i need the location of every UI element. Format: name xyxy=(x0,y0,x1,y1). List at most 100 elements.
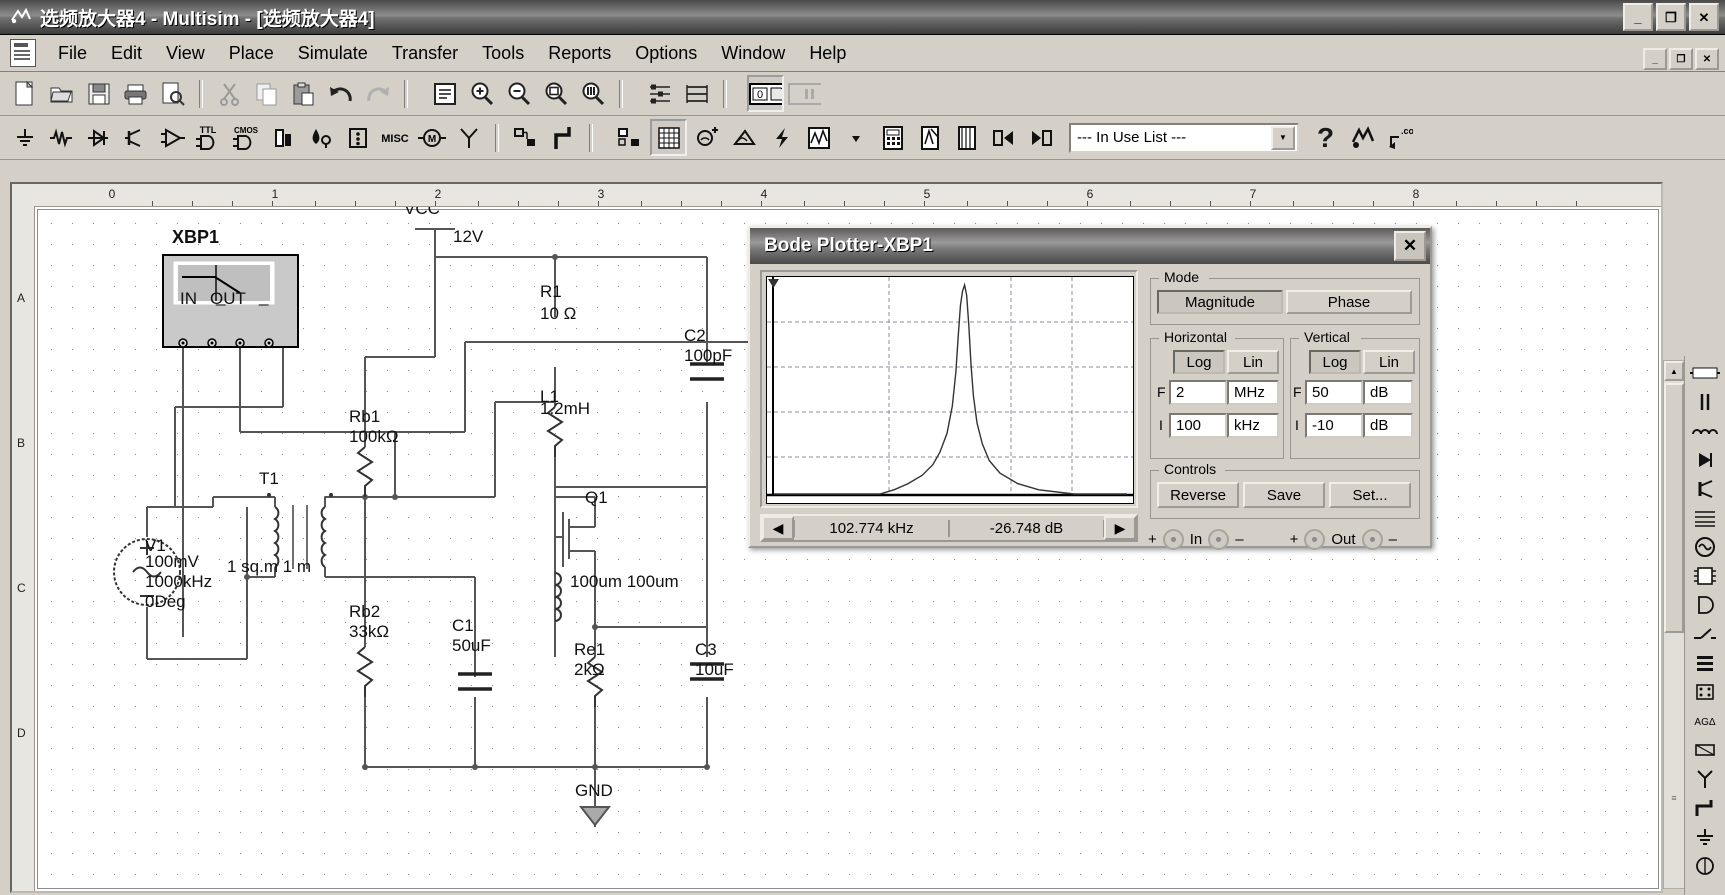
logic-analyzer-icon[interactable] xyxy=(913,121,946,154)
palette-item-grid1[interactable] xyxy=(1687,504,1723,532)
run-simulation-switch-icon[interactable]: 0 xyxy=(747,75,784,112)
vertical-i-unit[interactable]: dB xyxy=(1363,413,1413,438)
menu-file[interactable]: File xyxy=(46,39,99,68)
undo-arrow-icon[interactable] xyxy=(324,77,357,110)
function-generator-icon[interactable] xyxy=(728,121,761,154)
controls-save-button[interactable]: Save xyxy=(1243,482,1325,508)
distortion-analyzer-icon[interactable] xyxy=(987,121,1020,154)
palette-item-transistor[interactable] xyxy=(1687,475,1723,503)
horizontal-i-unit[interactable]: kHz xyxy=(1227,413,1279,438)
palette-item-ground[interactable] xyxy=(1687,823,1723,851)
vertical-f-unit[interactable]: dB xyxy=(1363,380,1413,405)
menu-help[interactable]: Help xyxy=(797,39,858,68)
spectrum-analyzer-icon[interactable] xyxy=(1024,121,1057,154)
zoom-area-icon[interactable] xyxy=(539,77,572,110)
bode-plotter-window[interactable]: Bode Plotter-XBP1 ✕ xyxy=(748,226,1432,548)
palette-item-connector[interactable] xyxy=(1687,678,1723,706)
help-question-icon[interactable]: ? xyxy=(1309,121,1342,154)
menu-simulate[interactable]: Simulate xyxy=(286,39,380,68)
palette-item-antenna[interactable] xyxy=(1687,765,1723,793)
terminal-out-minus-knob-icon[interactable] xyxy=(1362,529,1383,550)
vertical-lin-button[interactable]: Lin xyxy=(1363,350,1415,374)
document-icon[interactable] xyxy=(10,39,36,67)
misc-digital-icon[interactable] xyxy=(267,121,300,154)
oscilloscope-icon[interactable] xyxy=(802,121,835,154)
mixed-components-icon[interactable] xyxy=(304,121,337,154)
mdi-close-button[interactable]: ✕ xyxy=(1695,48,1719,70)
cmos-icon[interactable]: CMOS xyxy=(230,121,263,154)
in-use-list-combo[interactable]: --- In Use List --- ▼ xyxy=(1069,123,1299,153)
bode-plot[interactable] xyxy=(766,276,1134,504)
vertical-i-input[interactable]: -10 xyxy=(1305,413,1363,438)
transistors-icon[interactable] xyxy=(119,121,152,154)
electromechanical-icon[interactable] xyxy=(452,121,485,154)
paste-icon[interactable] xyxy=(287,77,320,110)
place-bus-icon[interactable] xyxy=(546,121,579,154)
horizontal-f-unit[interactable]: MHz xyxy=(1227,380,1279,405)
mode-magnitude-button[interactable]: Magnitude xyxy=(1157,290,1283,314)
multimeter-icon[interactable] xyxy=(691,121,724,154)
grid-toggle-icon[interactable] xyxy=(650,119,687,156)
palette-item-resistor[interactable] xyxy=(1687,359,1723,387)
close-button[interactable]: ✕ xyxy=(1689,3,1719,31)
vertical-log-button[interactable]: Log xyxy=(1309,350,1361,374)
design-toolbox-icon[interactable] xyxy=(643,77,676,110)
wattmeter-icon[interactable] xyxy=(765,121,798,154)
palette-item-capacitor[interactable] xyxy=(1687,388,1723,416)
minimize-button[interactable]: _ xyxy=(1623,3,1653,31)
horizontal-f-input[interactable]: 2 xyxy=(1169,380,1227,405)
sources-icon[interactable] xyxy=(8,121,41,154)
bode-title-bar[interactable]: Bode Plotter-XBP1 ✕ xyxy=(750,228,1430,264)
controls-set-button[interactable]: Set... xyxy=(1329,482,1411,508)
horizontal-lin-button[interactable]: Lin xyxy=(1227,350,1279,374)
menu-options[interactable]: Options xyxy=(623,39,709,68)
multisim-help-icon[interactable] xyxy=(1346,121,1379,154)
spreadsheet-view-icon[interactable] xyxy=(680,77,713,110)
print-icon[interactable] xyxy=(119,77,152,110)
menu-transfer[interactable]: Transfer xyxy=(380,39,470,68)
scroll-thumb[interactable] xyxy=(1664,383,1684,633)
logic-converter-icon[interactable] xyxy=(950,121,983,154)
palette-item-stack[interactable] xyxy=(1687,649,1723,677)
hierarchical-block-icon[interactable] xyxy=(509,121,542,154)
open-folder-icon[interactable] xyxy=(45,77,78,110)
terminal-in-minus-knob-icon[interactable] xyxy=(1208,529,1229,550)
terminal-out-plus-knob-icon[interactable] xyxy=(1304,529,1325,550)
save-disk-icon[interactable] xyxy=(82,77,115,110)
palette-item-ic[interactable] xyxy=(1687,562,1723,590)
scroll-up-button[interactable]: ▲ xyxy=(1664,361,1684,381)
diodes-icon[interactable] xyxy=(82,121,115,154)
terminal-in-plus-knob-icon[interactable] xyxy=(1163,529,1184,550)
indicators-icon[interactable] xyxy=(341,121,374,154)
vertical-f-input[interactable]: 50 xyxy=(1305,380,1363,405)
palette-item-switch[interactable] xyxy=(1687,620,1723,648)
palette-item-bus[interactable] xyxy=(1687,794,1723,822)
palette-item-diode[interactable] xyxy=(1687,446,1723,474)
oscilloscope-dropdown-icon[interactable] xyxy=(839,121,872,154)
chevron-down-icon[interactable]: ▼ xyxy=(1271,126,1295,150)
word-generator-icon[interactable] xyxy=(876,121,909,154)
print-preview-icon[interactable] xyxy=(156,77,189,110)
analog-ic-icon[interactable] xyxy=(156,121,189,154)
close-icon[interactable]: ✕ xyxy=(1394,231,1426,261)
new-file-icon[interactable] xyxy=(8,77,41,110)
menu-tools[interactable]: Tools xyxy=(470,39,536,68)
web-com-icon[interactable]: .com xyxy=(1383,121,1416,154)
rf-components-icon[interactable]: M xyxy=(415,121,448,154)
cursor-right-button[interactable]: ▶ xyxy=(1104,516,1136,540)
misc-icon[interactable]: MISC xyxy=(378,121,411,154)
horizontal-i-input[interactable]: 100 xyxy=(1169,413,1227,438)
menu-window[interactable]: Window xyxy=(709,39,797,68)
palette-item-misc2[interactable] xyxy=(1687,852,1723,880)
zoom-in-icon[interactable] xyxy=(465,77,498,110)
menu-edit[interactable]: Edit xyxy=(99,39,154,68)
palette-item-inductor[interactable] xyxy=(1687,417,1723,445)
palette-item-source[interactable] xyxy=(1687,533,1723,561)
palette-item-agnd[interactable]: AGΔ xyxy=(1687,707,1723,735)
menu-view[interactable]: View xyxy=(154,39,217,68)
menu-reports[interactable]: Reports xyxy=(536,39,623,68)
zoom-out-icon[interactable] xyxy=(502,77,535,110)
restore-button[interactable]: ❐ xyxy=(1656,3,1686,31)
palette-item-logic-gate[interactable] xyxy=(1687,591,1723,619)
cursor-left-button[interactable]: ◀ xyxy=(762,516,794,540)
